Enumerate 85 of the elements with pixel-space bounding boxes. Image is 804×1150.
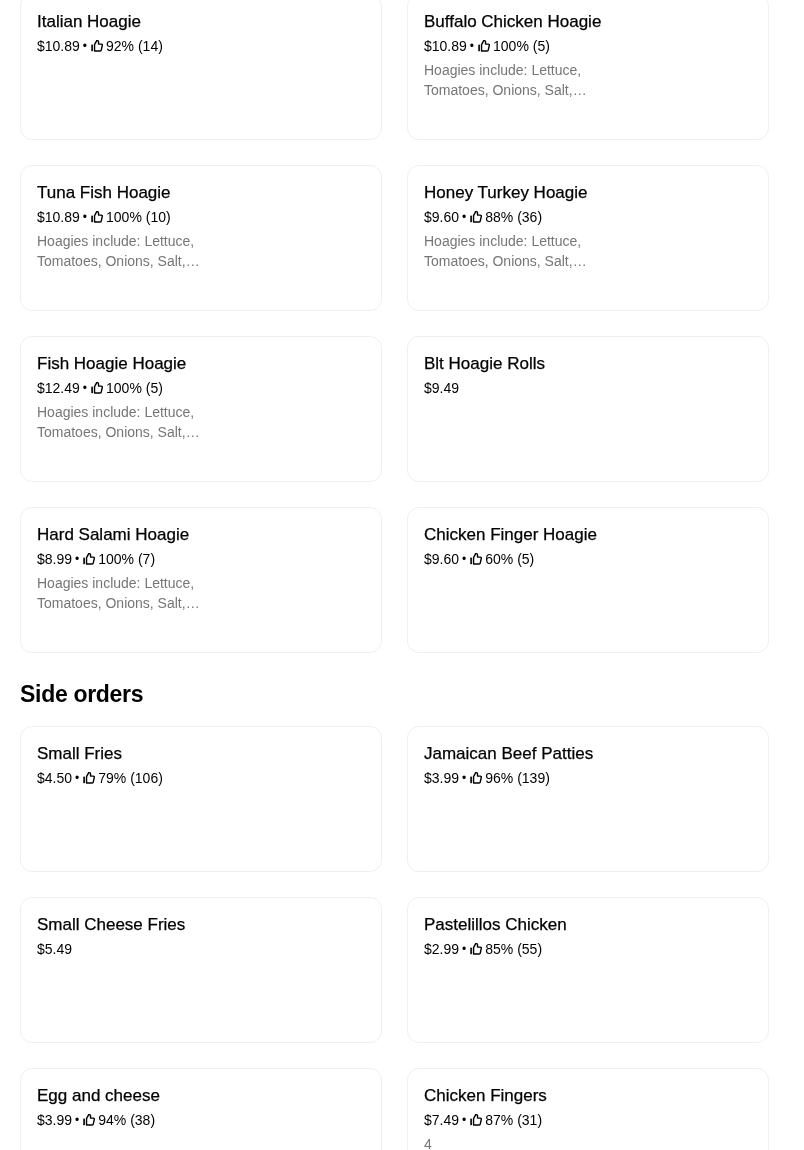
rating-text: 100% (7)	[98, 550, 156, 569]
item-name: Tuna Fish Hoagie	[37, 182, 171, 204]
rating-text: 88% (36)	[485, 208, 543, 227]
item-name: Buffalo Chicken Hoagie	[424, 11, 602, 33]
menu-item-card[interactable]: Buffalo Chicken Hoagie $10.89 • 100% (5) Hoagies include: Lettuce, Tomatoes, Onions, Salt,…	[407, 0, 769, 140]
thumbs-up-icon	[470, 943, 483, 955]
section-heading: Side orders	[20, 680, 145, 709]
menu-item-card[interactable]: Pastelillos Chicken $2.99 • 85% (55)	[407, 897, 769, 1043]
item-price: $4.50	[37, 769, 73, 788]
menu-item-card[interactable]: Jamaican Beef Patties $3.99 • 96% (139)	[407, 726, 769, 872]
item-name: Honey Turkey Hoagie	[424, 182, 588, 204]
bullet-separator: •	[82, 380, 88, 397]
thumbs-up-icon	[470, 772, 483, 784]
thumbs-up-icon	[478, 40, 491, 52]
menu-item-card[interactable]: Small Cheese Fries $5.49	[20, 897, 382, 1043]
item-price: $5.49	[37, 940, 73, 959]
menu-item-card[interactable]: Blt Hoagie Rolls $9.49	[407, 336, 769, 482]
thumbs-up-icon	[91, 382, 104, 394]
menu-item-card[interactable]: Hard Salami Hoagie $8.99 • 100% (7) Hoagies include: Lettuce, Tomatoes, Onions, Salt,…	[20, 507, 382, 653]
thumbs-up-icon	[91, 211, 104, 223]
bullet-separator: •	[462, 551, 467, 568]
thumbs-up-icon	[83, 772, 96, 784]
item-price: $9.60	[424, 550, 460, 569]
rating-text: 85% (55)	[485, 940, 543, 959]
item-name: Pastelillos Chicken	[424, 914, 567, 936]
thumbs-up-icon	[470, 211, 483, 223]
item-description: Hoagies include: Lettuce, Tomatoes, Onions, Salt,…	[37, 574, 201, 613]
rating-text: 60% (5)	[485, 550, 535, 569]
item-name: Chicken Fingers	[424, 1085, 547, 1107]
bullet-separator: •	[462, 209, 467, 226]
bullet-separator: •	[469, 38, 475, 55]
item-name: Fish Hoagie Hoagie	[37, 353, 187, 375]
bullet-separator: •	[75, 1112, 80, 1129]
menu-item-card[interactable]: Small Fries $4.50 • 79% (106)	[20, 726, 382, 872]
bullet-separator: •	[462, 1112, 467, 1129]
menu-item-card[interactable]: Italian Hoagie $10.89 • 92% (14)	[20, 0, 382, 140]
menu-item-card[interactable]: Egg and cheese $3.99 • 94% (38)	[20, 1068, 382, 1150]
item-price: $3.99	[37, 1111, 73, 1130]
bullet-separator: •	[462, 770, 467, 787]
item-price: $10.89	[37, 208, 80, 227]
bullet-separator: •	[82, 209, 88, 226]
item-description: 4	[424, 1135, 433, 1150]
item-price: $8.99	[37, 550, 73, 569]
item-price: $12.49	[37, 379, 80, 398]
menu-item-card[interactable]: Honey Turkey Hoagie $9.60 • 88% (36) Hoagies include: Lettuce, Tomatoes, Onions, Salt,…	[407, 165, 769, 311]
rating-text: 92% (14)	[106, 37, 163, 56]
item-description: Hoagies include: Lettuce, Tomatoes, Onions, Salt,…	[424, 61, 588, 100]
item-name: Italian Hoagie	[37, 11, 141, 33]
thumbs-up-icon	[83, 553, 96, 565]
rating-text: 87% (31)	[485, 1111, 543, 1130]
item-name: Small Fries	[37, 743, 122, 765]
item-name: Small Cheese Fries	[37, 914, 186, 936]
menu-item-card[interactable]: Tuna Fish Hoagie $10.89 • 100% (10) Hoagies include: Lettuce, Tomatoes, Onions, Salt,…	[20, 165, 382, 311]
menu-item-card[interactable]: Fish Hoagie Hoagie $12.49 • 100% (5) Hoagies include: Lettuce, Tomatoes, Onions, Salt,…	[20, 336, 382, 482]
item-description: Hoagies include: Lettuce, Tomatoes, Onions, Salt,…	[37, 403, 201, 442]
item-price: $10.89	[424, 37, 467, 56]
rating-text: 96% (139)	[485, 769, 550, 788]
bullet-separator: •	[462, 941, 467, 958]
rating-text: 79% (106)	[98, 769, 163, 788]
thumbs-up-icon	[83, 1114, 96, 1126]
menu-item-card[interactable]: Chicken Fingers $7.49 • 87% (31) 4	[407, 1068, 769, 1150]
thumbs-up-icon	[470, 1114, 483, 1126]
item-name: Blt Hoagie Rolls	[424, 353, 545, 375]
item-name: Jamaican Beef Patties	[424, 743, 594, 765]
item-price: $10.89	[37, 37, 80, 56]
item-name: Chicken Finger Hoagie	[424, 524, 597, 546]
item-price: $3.99	[424, 769, 460, 788]
rating-text: 100% (10)	[106, 208, 171, 227]
item-price: $7.49	[424, 1111, 460, 1130]
thumbs-up-icon	[91, 40, 104, 52]
bullet-separator: •	[82, 38, 88, 55]
rating-text: 100% (5)	[106, 379, 163, 398]
rating-text: 94% (38)	[98, 1111, 156, 1130]
menu-item-card[interactable]: Chicken Finger Hoagie $9.60 • 60% (5)	[407, 507, 769, 653]
thumbs-up-icon	[470, 553, 483, 565]
item-price: $2.99	[424, 940, 460, 959]
item-description: Hoagies include: Lettuce, Tomatoes, Onions, Salt,…	[424, 232, 588, 271]
item-price: $9.49	[424, 379, 460, 398]
bullet-separator: •	[75, 551, 80, 568]
item-description: Hoagies include: Lettuce, Tomatoes, Onions, Salt,…	[37, 232, 201, 271]
item-price: $9.60	[424, 208, 460, 227]
item-name: Hard Salami Hoagie	[37, 524, 190, 546]
rating-text: 100% (5)	[493, 37, 550, 56]
bullet-separator: •	[75, 770, 80, 787]
item-name: Egg and cheese	[37, 1085, 160, 1107]
